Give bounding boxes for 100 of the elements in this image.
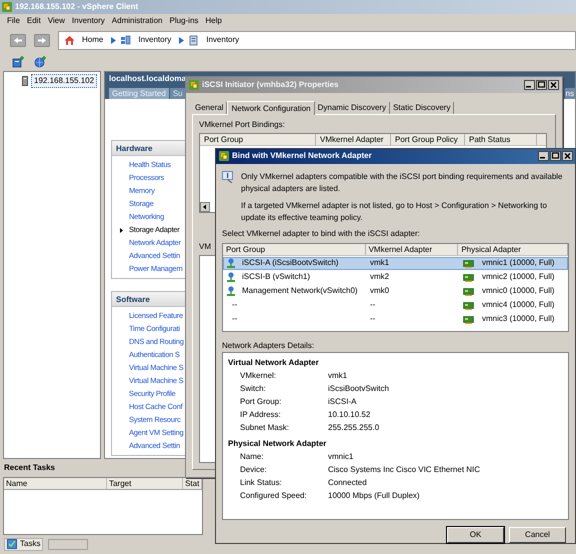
field-value: vmk1 <box>328 370 348 382</box>
table-cell-text: vmk2 <box>369 271 390 284</box>
menu-item[interactable]: File <box>7 15 20 27</box>
field-value: iSCSI-A <box>328 396 356 408</box>
window-title: 192.168.155.102 - vSphere Client <box>15 1 138 13</box>
app-logo-icon <box>189 80 199 90</box>
table-cell: vmnic4 (10000, Full) <box>482 299 554 312</box>
table-cell: iSCSI-A (iScsiBootvSwitch) <box>242 257 338 270</box>
field-value: Connected <box>328 476 367 489</box>
app-logo-icon <box>219 151 229 162</box>
status-field <box>48 538 88 550</box>
close-button[interactable] <box>562 151 573 162</box>
chevron-icon <box>179 36 184 44</box>
field-label: VMkernel Port Bindings: <box>199 119 286 131</box>
breadcrumb-link[interactable]: Inventory <box>206 34 240 46</box>
column-header[interactable]: Physical Adapter <box>458 244 568 255</box>
table-cell-text: vmk0 <box>369 285 390 298</box>
home-icon <box>64 34 75 46</box>
menu-item[interactable]: View <box>48 15 65 27</box>
field-label: VMkernel: <box>240 370 278 382</box>
field-label: Port Group: <box>240 396 282 408</box>
dialog-button[interactable]: OK <box>447 527 504 543</box>
tasks-button[interactable]: Tasks <box>4 538 44 550</box>
tab[interactable]: ns <box>564 88 575 99</box>
back-button[interactable] <box>10 34 26 46</box>
column-header[interactable]: Target <box>107 478 184 489</box>
network-card-icon <box>463 300 474 310</box>
field-label: Link Status: <box>240 476 283 489</box>
field-label: Subnet Mask: <box>240 422 290 434</box>
column-header[interactable]: VMkernel Adapter <box>316 134 391 145</box>
maximize-button[interactable] <box>550 151 561 162</box>
host-icon <box>188 34 200 46</box>
network-port-icon <box>226 272 236 282</box>
table-cell-text: -- <box>369 313 376 326</box>
field-value: 10.10.10.52 <box>328 408 370 421</box>
section-heading: Virtual Network Adapter <box>228 356 320 369</box>
close-button[interactable] <box>548 80 559 90</box>
chevron-icon <box>111 36 116 44</box>
bullet-icon <box>120 228 123 232</box>
breadcrumb-link[interactable]: Home <box>82 34 104 46</box>
network-card-icon <box>463 258 474 268</box>
table-cell-text: vmk1 <box>369 257 390 270</box>
table-cell: vmnic3 (10000, Full) <box>482 313 554 326</box>
field-label: IP Address: <box>240 408 282 421</box>
menu-item[interactable]: Help <box>205 15 222 27</box>
field-label: Configured Speed: <box>240 490 308 502</box>
network-card-icon <box>463 272 474 282</box>
dialog-title: Bind with VMkernel Network Adapter <box>232 150 373 162</box>
info-text: Only VMkernel adapters compatible with the iSCSI port binding requirements and available physical adapters are listed. <box>241 170 564 195</box>
tab[interactable]: Dynamic Discovery <box>314 102 390 114</box>
app-logo-icon <box>2 2 12 12</box>
table-cell: Management Network(vSwitch0) <box>242 285 358 298</box>
forward-button[interactable] <box>34 34 50 46</box>
tasks-icon <box>7 539 17 549</box>
menu-item[interactable]: Inventory <box>72 15 105 27</box>
field-value: Cisco Systems Inc Cisco VIC Ethernet NIC <box>328 464 480 476</box>
menu-item[interactable]: Edit <box>26 15 41 27</box>
field-label: Select VMkernel adapter to bind with the iSCSI adapter: <box>221 228 421 240</box>
server-icon <box>22 76 28 86</box>
tab[interactable]: Static Discovery <box>390 102 454 114</box>
network-card-icon <box>463 314 474 324</box>
minimize-button[interactable] <box>524 80 535 90</box>
minimize-button[interactable] <box>538 151 549 162</box>
network-card-icon <box>463 286 474 296</box>
field-value: vmnic1 <box>328 450 354 463</box>
section-heading: Physical Network Adapter <box>228 438 328 450</box>
column-header[interactable]: Path Status <box>465 134 537 145</box>
table-row[interactable]: -- -- vmnic4 (10000, Full) <box>223 298 568 312</box>
column-header[interactable]: VMkernel Adapter <box>366 244 458 255</box>
table-cell: vmnic1 (10000, Full) <box>482 257 554 270</box>
dialog-title: iSCSI Initiator (vmhba32) Properties <box>202 79 340 91</box>
scroll-left-button[interactable] <box>200 202 210 212</box>
field-label: Name: <box>240 450 265 463</box>
column-header[interactable]: Name <box>4 478 108 489</box>
info-text: If a targeted VMkernel adapter is not listed, go to Host > Configuration > Networking to update its effective teaming policy. <box>241 200 548 224</box>
table-row[interactable]: iSCSI-B (vSwitch1) vmk2 vmnic2 (10000, Full) <box>223 270 568 284</box>
dialog-button[interactable]: Cancel <box>509 527 566 543</box>
menu-item[interactable]: Administration <box>112 15 162 27</box>
field-value: 255.255.255.0 <box>328 422 380 434</box>
info-icon <box>222 170 234 183</box>
table-cell: -- <box>232 299 238 312</box>
field-value: iScsiBootvSwitch <box>328 382 389 395</box>
column-header[interactable]: Port Group <box>223 244 366 255</box>
column-header[interactable]: Port Group Policy <box>391 134 465 145</box>
table-row[interactable]: iSCSI-A (iScsiBootvSwitch) vmk1 vmnic1 (10000, Full) <box>223 256 568 270</box>
panel-title: Recent Tasks <box>3 462 55 474</box>
table-row[interactable]: -- -- vmnic3 (10000, Full) <box>223 312 568 326</box>
maximize-button[interactable] <box>536 80 547 90</box>
hosts-icon <box>120 34 132 46</box>
table-cell: vmnic0 (10000, Full) <box>482 285 554 298</box>
table-row[interactable]: Management Network(vSwitch0) vmk0 vmnic0 (10000, Full) <box>223 284 568 298</box>
new-host-icon[interactable] <box>12 56 24 68</box>
globe-add-icon[interactable] <box>34 56 46 68</box>
menu-item[interactable]: Plug-ins <box>169 15 198 27</box>
tree-item[interactable]: 192.168.155.102 <box>31 74 98 88</box>
tab[interactable]: Network Configuration <box>227 101 315 115</box>
host-name: localhost.localdoma <box>108 73 186 85</box>
column-header[interactable]: Port Group <box>200 134 316 145</box>
breadcrumb-link[interactable]: Inventory <box>138 34 172 46</box>
network-port-icon <box>226 258 236 268</box>
